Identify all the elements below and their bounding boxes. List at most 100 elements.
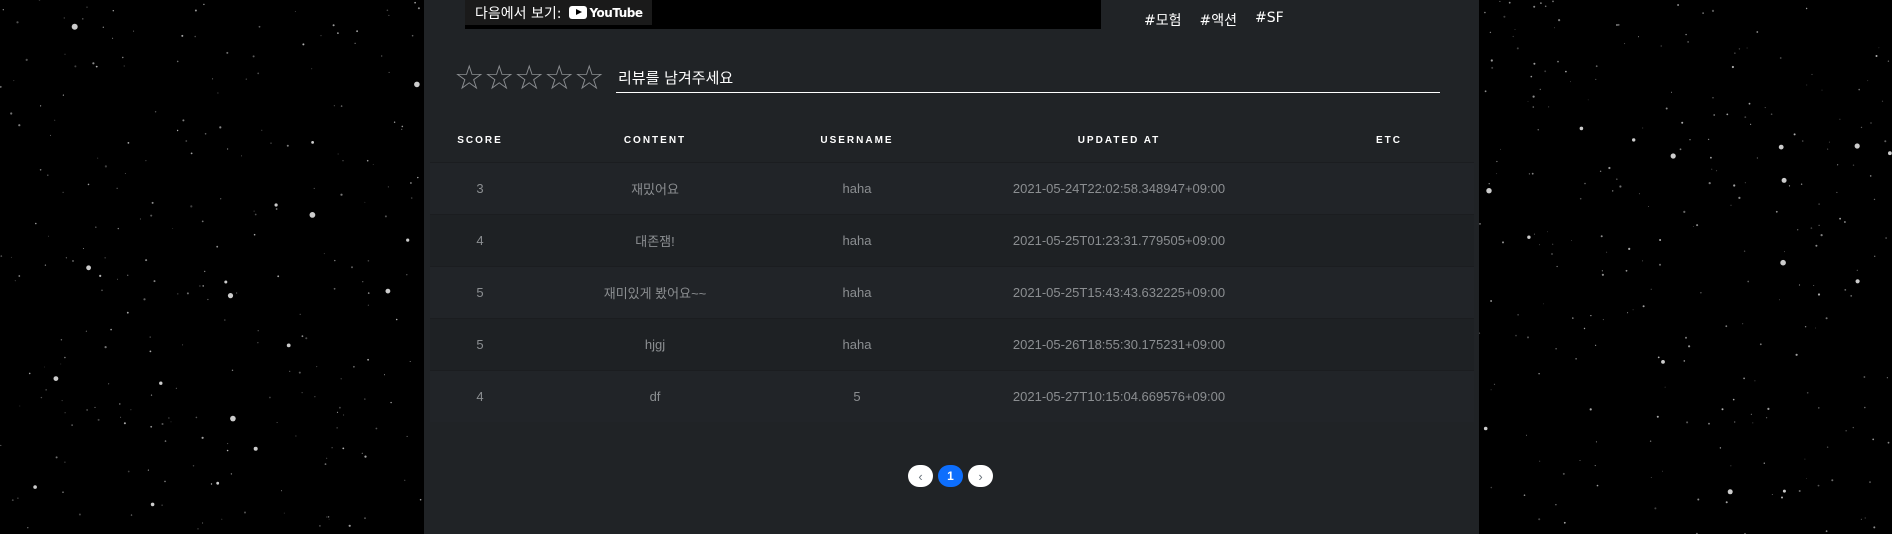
star-dot: [1571, 240, 1572, 241]
star-dot: [10, 256, 12, 258]
star-dot: [1490, 59, 1493, 62]
star-dot: [2, 9, 4, 11]
star-dot: [1837, 164, 1839, 166]
star-dot: [72, 260, 74, 262]
star-dot: [314, 396, 316, 398]
star-dot: [1488, 183, 1490, 185]
star-dot: [1771, 494, 1773, 495]
star-dot: [1887, 60, 1890, 62]
star-dot: [1572, 317, 1574, 319]
star-dot: [1766, 417, 1768, 419]
star-dot: [133, 30, 135, 32]
header-score: SCORE: [457, 134, 503, 146]
star-dot: [1552, 0, 1554, 3]
video-player[interactable]: 다음에서 보기: YouTube: [465, 0, 1101, 29]
star-dot: [309, 212, 316, 218]
star-dot: [207, 298, 209, 301]
star-dot: [316, 366, 318, 368]
star-dot: [219, 126, 222, 129]
star-dot: [1806, 478, 1807, 479]
star-dot: [159, 381, 163, 385]
next-page-button[interactable]: ›: [968, 465, 993, 487]
star-dot: [276, 422, 278, 423]
genre-tag[interactable]: #액션: [1200, 10, 1238, 30]
star-4-icon[interactable]: ☆: [544, 60, 574, 96]
star-dot: [1648, 206, 1649, 208]
star-dot: [44, 264, 47, 266]
genre-tag[interactable]: #SF: [1255, 10, 1284, 30]
star-dot: [1759, 343, 1762, 346]
star-dot: [1839, 217, 1841, 220]
star-dot: [1523, 494, 1526, 497]
cell-score: 3: [476, 181, 484, 196]
star-dot: [1756, 31, 1759, 33]
star-dot: [1818, 203, 1820, 205]
star-dot: [1815, 244, 1818, 247]
star-dot: [1872, 438, 1875, 441]
star-dot: [1855, 279, 1860, 284]
star-dot: [11, 499, 14, 501]
star-dot: [1548, 106, 1550, 108]
star-dot: [147, 469, 149, 471]
star-dot: [1554, 27, 1555, 29]
star-dot: [226, 449, 229, 452]
star-dot: [1754, 380, 1756, 382]
star-dot: [417, 7, 420, 10]
star-dot: [1779, 299, 1780, 301]
star-dot: [1692, 226, 1694, 227]
genre-tag[interactable]: #모험: [1144, 10, 1182, 30]
star-dot: [1575, 358, 1577, 360]
star-dot: [164, 480, 166, 483]
page-1-button[interactable]: 1: [938, 465, 963, 487]
star-dot: [1665, 107, 1668, 110]
star-dot: [168, 417, 170, 419]
star-dot: [1659, 263, 1661, 266]
star-dot: [150, 394, 153, 396]
prev-page-button[interactable]: ‹: [908, 465, 933, 487]
star-dot: [340, 105, 343, 107]
star-dot: [1845, 430, 1847, 432]
youtube-play-icon: [569, 6, 588, 19]
cell-etc: [1304, 371, 1474, 423]
star-dot: [1825, 530, 1828, 533]
star-dot: [182, 344, 184, 346]
cell-score: 5: [476, 285, 484, 300]
star-1-icon[interactable]: ☆: [454, 60, 484, 96]
star-dot: [60, 339, 63, 341]
star-dot: [97, 418, 100, 421]
review-input[interactable]: [616, 64, 1440, 93]
star-dot: [244, 511, 246, 514]
star-dot: [1490, 300, 1492, 302]
star-2-icon[interactable]: ☆: [484, 60, 514, 96]
star-3-icon[interactable]: ☆: [514, 60, 544, 96]
star-dot: [1606, 251, 1608, 253]
star-dot: [122, 56, 124, 59]
star-dot: [1527, 336, 1529, 339]
star-dot: [1547, 231, 1548, 233]
star-dot: [82, 18, 84, 20]
star-dot: [54, 119, 56, 121]
review-form: ☆ ☆ ☆ ☆ ☆: [454, 60, 1440, 96]
star-dot: [53, 376, 59, 381]
star-dot: [1806, 392, 1809, 394]
star-dot: [384, 374, 385, 376]
star-dot: [404, 479, 406, 481]
star-dot: [1782, 489, 1786, 493]
star-dot: [1486, 188, 1492, 194]
star-dot: [1874, 255, 1876, 257]
star-dot: [337, 32, 339, 34]
star-dot: [63, 17, 65, 19]
star-5-icon[interactable]: ☆: [574, 60, 604, 96]
star-dot: [1818, 407, 1820, 409]
star-dot: [257, 72, 260, 75]
star-dot: [253, 233, 256, 236]
star-dot: [210, 483, 213, 485]
star-dot: [1594, 465, 1596, 467]
star-dot: [1681, 121, 1684, 124]
star-dot: [1730, 465, 1732, 467]
star-dot: [362, 281, 364, 283]
star-dot: [1781, 177, 1787, 183]
star-dot: [1873, 198, 1876, 201]
star-dot: [149, 336, 151, 338]
watch-on-youtube-button[interactable]: 다음에서 보기: YouTube: [465, 0, 653, 25]
